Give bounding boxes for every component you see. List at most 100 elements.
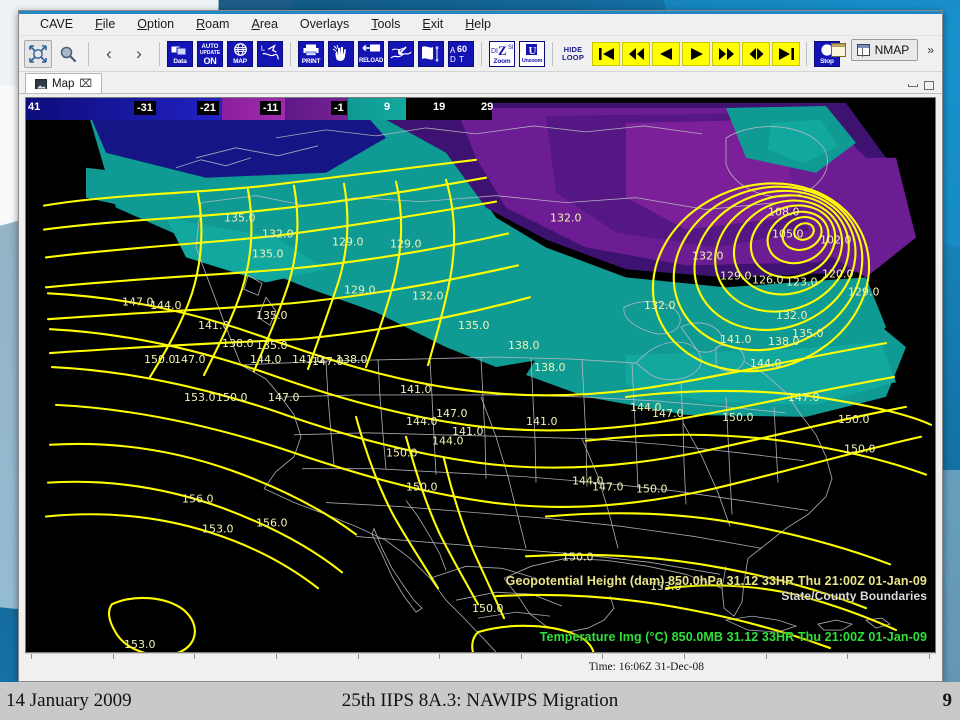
svg-text:135.0: 135.0 [256,339,287,352]
colorbar-label-1: -31 [134,101,156,115]
svg-text:144.0: 144.0 [150,299,181,312]
fit-to-window-button[interactable] [24,39,52,68]
svg-text:147.0: 147.0 [436,407,467,420]
print-button[interactable]: PRINT [297,40,325,68]
tab-close-icon[interactable]: ⌧ [79,77,92,90]
loop-fastforward-button[interactable] [712,41,740,66]
loop-back-button[interactable] [652,41,680,66]
colorbar-label-3: -11 [260,101,282,115]
footer-page: 9 [942,690,953,711]
zoom-magnifier-button[interactable] [54,40,82,68]
zoom-in-icon-caption: Zoom [490,57,514,66]
menu-item-cave[interactable]: CAVE [29,15,84,34]
perspective-nmap-button[interactable]: NMAP [850,39,919,61]
minimize-editor-icon[interactable] [908,84,918,87]
zoom-in-icon: DI Z SE Zoom [489,40,515,67]
hide-loop-button[interactable]: HIDE LOOP [558,41,588,66]
cave-application-window: CAVE File Option Roam Area Overlays Tool… [18,10,943,682]
svg-text:129.0: 129.0 [390,237,421,250]
time-label: Time: 16:06Z 31-Dec-08 [588,660,704,673]
menu-item-overlays[interactable]: Overlays [289,15,360,34]
nmap-perspective-icon [856,44,870,57]
map-canvas[interactable]: 41 -31 -21 -11 -1 9 19 29 102.0 105.0 10… [25,97,936,653]
clear-button[interactable] [327,40,355,68]
menu-item-roam[interactable]: Roam [185,15,240,34]
svg-text:60: 60 [457,44,467,54]
map-button[interactable]: MAP [226,40,254,68]
open-perspective-icon[interactable] [830,43,846,57]
svg-text:138.0: 138.0 [222,337,253,350]
toolbar-group-nav: ‹ › [94,38,154,70]
menu-item-exit[interactable]: Exit [411,15,454,34]
toolbar-perspective-cluster: NMAP » [830,39,938,61]
loop-fastforward-icon [718,47,734,60]
zoom-magnifier-icon [60,46,77,62]
data-button[interactable]: Data [166,40,194,68]
loop-forward-button[interactable] [682,41,710,66]
locator-icon-glyph: L [258,42,282,66]
svg-text:U: U [529,45,537,56]
svg-text:144.0: 144.0 [432,435,463,448]
region-button[interactable] [417,40,445,68]
geopotential-annotation: Geopotential Height (dam) 850.0hPa 31.12… [505,574,927,588]
print-icon-caption: PRINT [299,57,323,66]
svg-text:135.0: 135.0 [256,309,287,322]
svg-text:147.0: 147.0 [122,295,153,308]
menu-item-area[interactable]: Area [240,15,288,34]
svg-text:150.0: 150.0 [722,411,753,424]
main-toolbar: ‹ › Data AUTO UPDATE ON MAP L PRINT RELO… [19,36,942,72]
pan-arrow-button[interactable] [387,40,415,68]
editor-window-controls [908,81,934,90]
menu-item-option[interactable]: Option [126,15,185,34]
toolbar-group-loop: HIDE LOOP [558,38,801,70]
unzoom-icon-glyph: U [520,42,544,58]
temperature-colorbar[interactable]: 41 -31 -21 -11 -1 9 19 29 [26,98,493,120]
auto-update-button[interactable]: AUTO UPDATE ON [196,40,224,68]
loop-rock-icon [749,47,763,60]
perspective-label: NMAP [874,43,910,57]
svg-text:144.0: 144.0 [750,357,781,370]
unzoom-icon-caption: Unzoom [520,57,544,66]
loop-first-button[interactable] [592,41,620,66]
svg-text:SE: SE [508,45,513,51]
menu-item-file[interactable]: File [84,15,126,34]
auto-update-on-icon: AUTO UPDATE ON [197,40,223,67]
toolbar-overflow-icon[interactable]: » [923,43,938,57]
reload-icon-caption: RELOAD [359,57,384,66]
menu-item-tools[interactable]: Tools [360,15,411,34]
svg-text:150.0: 150.0 [838,413,869,426]
menu-item-help[interactable]: Help [454,15,502,34]
reload-button[interactable]: RELOAD [357,40,385,68]
locator-button[interactable]: L [256,40,284,68]
loop-last-button[interactable] [772,41,800,66]
fit-to-window-icon [29,44,47,63]
slide-footer: 14 January 2009 25th IIPS 8A.3: NAWIPS M… [0,682,960,720]
svg-text:144.0: 144.0 [406,415,437,428]
zoom-in-button[interactable]: DI Z SE Zoom [488,40,516,68]
tab-map[interactable]: Map ⌧ [25,73,103,93]
nav-back-button[interactable]: ‹ [95,40,123,68]
svg-text:132.0: 132.0 [262,228,293,241]
map-tab-icon [35,78,47,89]
tab-map-label: Map [52,77,75,90]
unzoom-button[interactable]: U Unzoom [518,40,546,68]
svg-text:A: A [450,46,456,55]
hide-loop-line2: LOOP [561,52,585,62]
maximize-editor-icon[interactable] [924,81,934,90]
footer-title: 25th IIPS 8A.3: NAWIPS Migration [341,690,619,711]
svg-text:150.0: 150.0 [216,391,247,404]
colorbar-segment-4 [348,98,406,120]
loop-rewind-button[interactable] [622,41,650,66]
nav-forward-button[interactable]: › [125,40,153,68]
locator-icon: L [257,40,283,67]
data-icon-caption: Data [168,57,192,66]
pan-arrow-icon [388,40,414,67]
toolbar-separator-3 [290,41,291,66]
loop-first-icon [598,47,614,60]
toolbar-group-tools: Data AUTO UPDATE ON MAP L PRINT RELOAD A… [165,38,547,70]
loop-rock-button[interactable] [742,41,770,66]
rotate-60-button[interactable]: A 60 D T [447,40,475,68]
clear-icon-glyph [329,42,353,66]
svg-text:102.0: 102.0 [820,233,851,246]
time-scale-bar[interactable]: Time: 16:06Z 31-Dec-08 [25,653,936,679]
